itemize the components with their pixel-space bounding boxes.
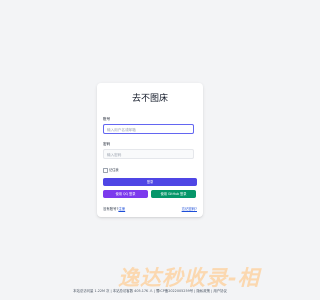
account-label: 账号 — [103, 117, 111, 121]
qq-login-button[interactable]: 使用 QQ 登录 — [103, 190, 148, 198]
remember-label: 记住我 — [109, 168, 119, 172]
forgot-password-link[interactable]: 忘记密码? — [182, 207, 197, 211]
github-login-button[interactable]: 使用 GitHub 登录 — [151, 190, 196, 198]
footer: 本站总访问量 1.22M 次 | 本站总访客数 405.17K 人 | 蜀ICP… — [73, 289, 227, 293]
no-account-text: 没有账号? — [103, 207, 119, 211]
remember-checkbox[interactable] — [103, 168, 108, 173]
login-button[interactable]: 登录 — [103, 178, 197, 186]
password-label: 密码 — [103, 142, 111, 146]
forgot-password-wrap: 忘记密码? — [182, 206, 197, 211]
register-prompt: 没有账号?注册 — [103, 206, 125, 211]
account-input[interactable]: 输入用户名或邮箱 — [103, 124, 194, 134]
watermark-text: 逸达秒收录- — [118, 266, 238, 290]
page-title: 去不图床 — [131, 94, 168, 104]
watermark-tail: 相 — [237, 266, 260, 290]
register-link[interactable]: 注册 — [118, 207, 125, 211]
password-input[interactable]: 输入密码 — [103, 149, 194, 159]
login-card: 去不图床 账号 输入用户名或邮箱 密码 输入密码 记住我 登录 使用 QQ 登录… — [97, 83, 203, 217]
